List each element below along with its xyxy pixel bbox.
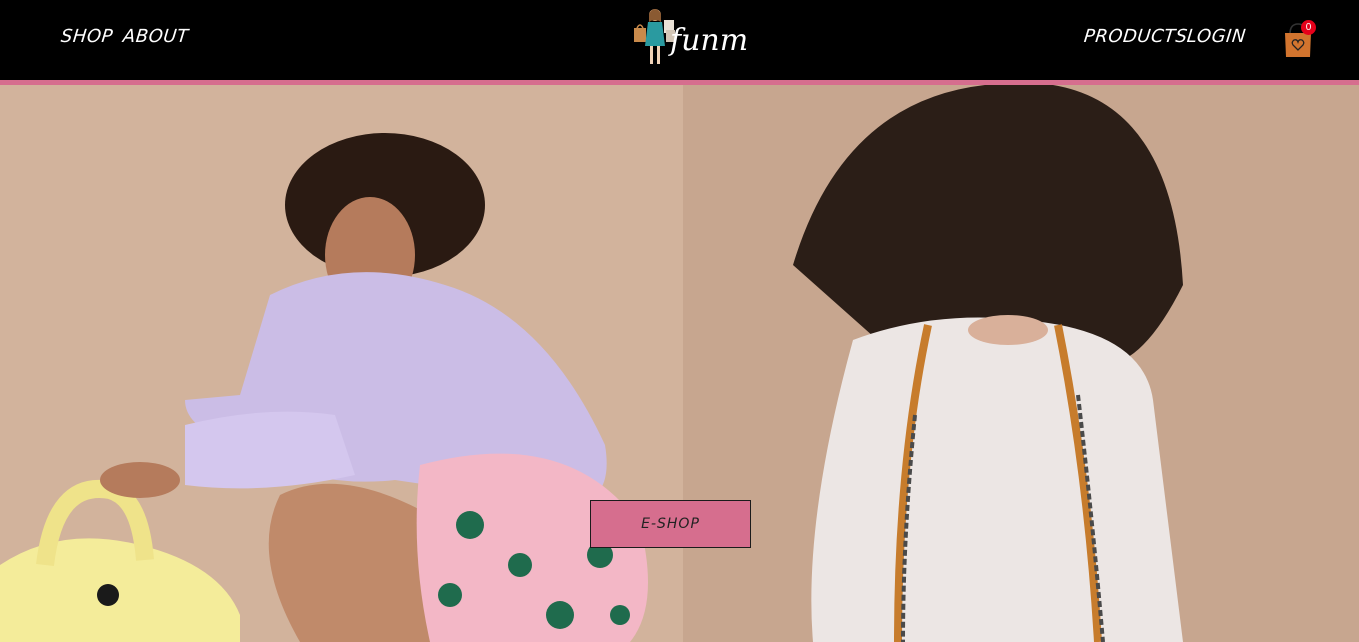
logo-wordmark: funmi [668, 23, 748, 58]
cart-count-badge: 0 [1301, 20, 1316, 35]
shopping-woman-logo-icon: funmi [634, 9, 758, 64]
nav-link-about[interactable]: ABOUT [122, 26, 190, 47]
model-photo-right [793, 85, 1183, 642]
nav-link-shop[interactable]: SHOP [60, 26, 114, 47]
site-logo[interactable]: funmi [628, 2, 758, 76]
nav-link-products[interactable]: PRODUCTS [1083, 26, 1189, 47]
hero-image-left [0, 85, 683, 642]
model-photo-left [0, 133, 648, 642]
eshop-button[interactable]: E-SHOP [590, 500, 751, 548]
nav-link-login[interactable]: LOGIN [1186, 26, 1247, 47]
site-header: SHOP ABOUT funmi PRODUCTS LOGIN [0, 0, 1359, 80]
hero-banner: E-SHOP [0, 85, 1359, 642]
hero-image-right [683, 85, 1359, 642]
